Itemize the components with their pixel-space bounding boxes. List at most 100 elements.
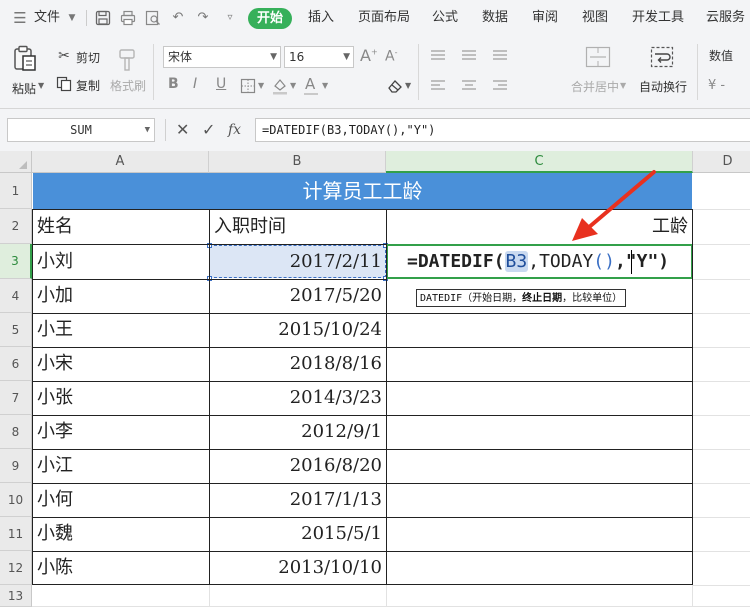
tab-formulas[interactable]: 公式 bbox=[432, 0, 458, 36]
chevron-down-icon[interactable]: ▼ bbox=[620, 81, 626, 90]
font-size-select[interactable]: 16 ▼ bbox=[284, 46, 354, 68]
tab-view[interactable]: 视图 bbox=[582, 0, 608, 36]
cell-date[interactable]: 2017/2/11 bbox=[209, 244, 382, 279]
gridline bbox=[693, 347, 750, 348]
cell-date[interactable]: 2015/10/24 bbox=[209, 313, 382, 347]
paste-dropdown-icon[interactable]: ▼ bbox=[38, 81, 44, 90]
row-header[interactable]: 9 bbox=[0, 449, 32, 483]
cell-name[interactable]: 小王 bbox=[37, 313, 73, 347]
row-header[interactable]: 6 bbox=[0, 347, 32, 381]
copy-icon bbox=[56, 76, 72, 92]
cell-date[interactable]: 2012/9/1 bbox=[209, 415, 382, 449]
tab-cloud-service[interactable]: 云服务 bbox=[706, 0, 745, 36]
tab-data[interactable]: 数据 bbox=[482, 0, 508, 36]
chevron-down-icon[interactable]: ▼ bbox=[290, 81, 296, 90]
merge-center-icon[interactable] bbox=[585, 46, 611, 68]
row-header[interactable]: 13 bbox=[0, 585, 32, 607]
paste-button[interactable]: 粘贴 bbox=[12, 80, 36, 97]
cell-date[interactable]: 2017/1/13 bbox=[209, 483, 382, 517]
cancel-icon[interactable]: ✕ bbox=[176, 120, 189, 140]
cell-date[interactable]: 2015/5/1 bbox=[209, 517, 382, 551]
cell-name[interactable]: 小宋 bbox=[37, 347, 73, 381]
divider bbox=[165, 119, 166, 141]
underline-icon[interactable]: U bbox=[216, 76, 226, 92]
cell-date[interactable]: 2016/8/20 bbox=[209, 449, 382, 483]
chevron-down-icon[interactable]: ▼ bbox=[64, 10, 80, 26]
row-header[interactable]: 1 bbox=[0, 173, 32, 209]
number-format-select[interactable]: 数值 bbox=[705, 46, 750, 68]
merge-center-button[interactable]: 合并居中 bbox=[571, 78, 619, 95]
print-icon[interactable] bbox=[120, 10, 136, 26]
cell-name[interactable]: 小江 bbox=[37, 449, 73, 483]
header-name[interactable]: 姓名 bbox=[37, 209, 73, 244]
tab-insert[interactable]: 插入 bbox=[308, 0, 334, 36]
paste-icon[interactable] bbox=[11, 44, 39, 72]
cell-date[interactable]: 2018/8/16 bbox=[209, 347, 382, 381]
cell-date[interactable]: 2013/10/10 bbox=[209, 551, 382, 585]
format-painter-button[interactable]: 格式刷 bbox=[110, 77, 146, 94]
wrap-text-icon[interactable] bbox=[650, 46, 674, 68]
column-header-a[interactable]: A bbox=[32, 151, 209, 173]
currency-icon[interactable]: ¥ - bbox=[708, 78, 725, 93]
cell-name[interactable]: 小李 bbox=[37, 415, 73, 449]
select-all-corner[interactable] bbox=[0, 151, 32, 173]
row-header[interactable]: 3 bbox=[0, 244, 32, 279]
undo-icon[interactable]: ↶ bbox=[170, 10, 186, 26]
row-header[interactable]: 8 bbox=[0, 415, 32, 449]
font-name-value: 宋体 bbox=[168, 50, 193, 64]
row-header[interactable]: 7 bbox=[0, 381, 32, 415]
row-header[interactable]: 4 bbox=[0, 279, 32, 313]
gridline bbox=[693, 517, 750, 518]
decrease-font-icon[interactable]: A- bbox=[385, 48, 397, 65]
cell-name[interactable]: 小张 bbox=[37, 381, 73, 415]
confirm-icon[interactable]: ✓ bbox=[202, 120, 215, 140]
more-chevron-icon[interactable]: ▿ bbox=[222, 10, 238, 26]
fill-color-icon[interactable] bbox=[272, 77, 288, 95]
wrap-text-button[interactable]: 自动换行 bbox=[639, 78, 687, 95]
tab-page-layout[interactable]: 页面布局 bbox=[358, 0, 410, 36]
formula-input[interactable]: =DATEDIF(B3,TODAY(),"Y") bbox=[255, 118, 750, 142]
bold-icon[interactable]: B bbox=[168, 76, 179, 92]
row-header[interactable]: 2 bbox=[0, 209, 32, 244]
tab-review[interactable]: 审阅 bbox=[532, 0, 558, 36]
name-box[interactable]: SUM ▼ bbox=[7, 118, 155, 142]
border-icon[interactable] bbox=[240, 78, 256, 94]
cell-name[interactable]: 小何 bbox=[37, 483, 73, 517]
row-header[interactable]: 11 bbox=[0, 517, 32, 551]
cell-name[interactable]: 小加 bbox=[37, 279, 73, 313]
italic-icon[interactable]: I bbox=[193, 76, 197, 92]
cut-button[interactable]: 剪切 bbox=[76, 49, 100, 66]
cell-date[interactable]: 2014/3/23 bbox=[209, 381, 382, 415]
cell-name[interactable]: 小刘 bbox=[37, 244, 73, 279]
file-menu[interactable]: 文件 bbox=[34, 0, 60, 36]
clear-format-icon[interactable] bbox=[386, 77, 404, 95]
cell-name[interactable]: 小魏 bbox=[37, 517, 73, 551]
copy-button[interactable]: 复制 bbox=[76, 77, 100, 94]
font-name-select[interactable]: 宋体 ▼ bbox=[163, 46, 281, 68]
print-preview-icon[interactable] bbox=[145, 10, 161, 26]
chevron-down-icon[interactable]: ▼ bbox=[405, 81, 411, 90]
redo-icon[interactable]: ↷ bbox=[195, 10, 211, 26]
row-header[interactable]: 12 bbox=[0, 551, 32, 585]
tab-home[interactable]: 开始 bbox=[248, 8, 292, 29]
tab-developer[interactable]: 开发工具 bbox=[632, 0, 684, 36]
cell-name[interactable]: 小陈 bbox=[37, 551, 73, 585]
cell-formula-editor[interactable]: =DATEDIF(B3,TODAY(),"Y") bbox=[407, 249, 669, 275]
format-painter-icon[interactable] bbox=[117, 48, 137, 72]
column-header-b[interactable]: B bbox=[209, 151, 386, 173]
tooltip-fn: DATEDIF（开始日期， bbox=[420, 293, 523, 304]
cell-date[interactable]: 2017/5/20 bbox=[209, 279, 382, 313]
gridline bbox=[693, 381, 750, 382]
chevron-down-icon[interactable]: ▼ bbox=[322, 81, 328, 90]
divider bbox=[418, 44, 419, 100]
insert-function-button[interactable]: fx bbox=[228, 120, 241, 140]
increase-font-icon[interactable]: A+ bbox=[360, 46, 378, 65]
column-header-d[interactable]: D bbox=[693, 151, 750, 173]
chevron-down-icon[interactable]: ▼ bbox=[258, 81, 264, 90]
row-header[interactable]: 10 bbox=[0, 483, 32, 517]
row-header[interactable]: 5 bbox=[0, 313, 32, 347]
save-icon[interactable] bbox=[95, 10, 111, 26]
font-color-icon[interactable]: A bbox=[305, 75, 315, 93]
hamburger-icon[interactable]: ☰ bbox=[12, 10, 28, 26]
header-hire-date[interactable]: 入职时间 bbox=[214, 209, 286, 244]
